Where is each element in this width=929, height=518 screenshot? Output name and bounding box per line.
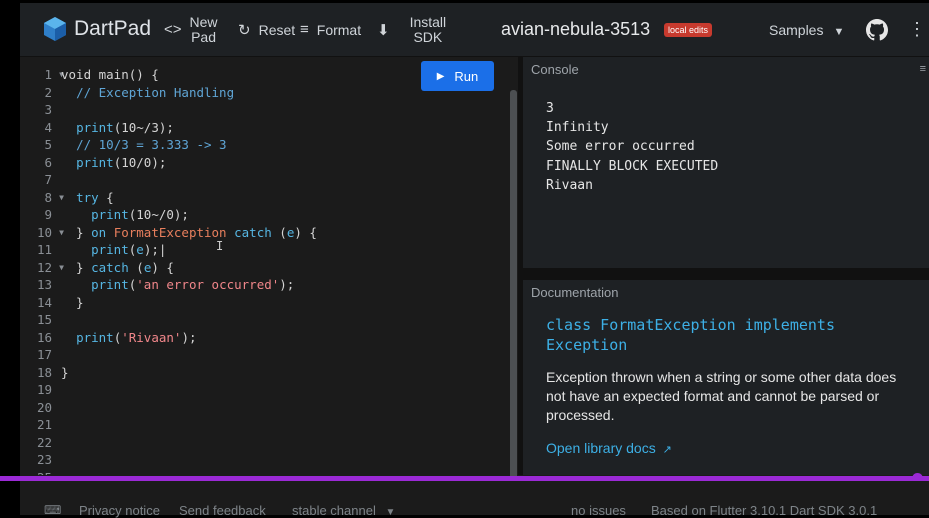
code-line: // 10/3 = 3.333 -> 3 — [76, 137, 227, 152]
line-number: 3 — [44, 102, 52, 117]
app-name: DartPad — [74, 17, 152, 40]
line-number: 20 — [36, 399, 52, 415]
run-button[interactable]: ▶ Run — [421, 61, 494, 91]
line-number: 17 — [36, 347, 52, 362]
issues-status: no issues — [571, 503, 626, 518]
chevron-down-icon: ▼ — [833, 26, 845, 38]
code-line: print('Rivaan'); — [76, 329, 197, 345]
open-library-docs-link[interactable]: Open library docs ↗ — [546, 440, 672, 456]
install-sdk-button[interactable]: ⬇ Install SDK — [377, 3, 446, 56]
line-number: 9 — [44, 207, 52, 222]
run-label: Run — [454, 68, 479, 84]
dart-logo-icon — [44, 17, 66, 41]
console-line: Some error occurred — [546, 139, 695, 155]
feedback-link[interactable]: Send feedback — [179, 503, 266, 518]
new-pad-label-2: Pad — [191, 28, 216, 45]
line-number: 16 — [36, 329, 52, 345]
code-line: print(e);| — [91, 242, 167, 257]
samples-label: Samples — [769, 22, 824, 38]
line-number: 18 — [36, 364, 52, 380]
line-number: 21 — [36, 417, 52, 432]
sdk-version: Based on Flutter 3.10.1 Dart SDK 3.0.1 — [651, 503, 878, 518]
doc-body: Exception thrown when a string or some o… — [546, 369, 897, 423]
line-number: 14 — [36, 294, 52, 310]
text-cursor-icon: I — [216, 239, 224, 253]
line-number: 12 ▼ — [36, 259, 64, 275]
format-label: Format — [316, 21, 362, 38]
code-line: print('an error occurred'); — [91, 277, 295, 292]
editor-scrollbar[interactable] — [510, 90, 517, 492]
line-number: 15 — [36, 312, 52, 327]
code-line: print(10~/3); — [76, 119, 174, 135]
format-button[interactable]: ≡ Format — [300, 3, 361, 56]
line-number: 6 — [44, 154, 52, 170]
line-number: 8 ▼ — [44, 189, 64, 205]
console-line: 3 — [546, 101, 554, 116]
format-lines-icon: ≡ — [300, 21, 309, 38]
status-footer: ⌨ Privacy notice Send feedback stable ch… — [20, 481, 929, 518]
pad-title[interactable]: avian-nebula-3513 — [501, 19, 650, 40]
channel-dropdown[interactable]: stable channel ▼ — [292, 503, 395, 518]
code-line: try { — [76, 189, 114, 205]
new-pad-label-1: New — [189, 13, 218, 30]
github-icon[interactable] — [866, 19, 888, 41]
documentation-panel: Documentation class FormatException impl… — [523, 280, 929, 475]
play-icon: ▶ — [436, 70, 445, 82]
console-line: FINALLY BLOCK EXECUTED — [546, 158, 719, 174]
line-number: 19 — [36, 382, 52, 397]
status-badge: local edits — [664, 23, 713, 37]
line-number: 7 — [44, 172, 52, 187]
line-number: 5 — [44, 137, 52, 152]
code-line: } catch (e) { — [61, 259, 174, 275]
code-editor[interactable]: 1 ▼ 2 3 4 5 6 7 8 ▼ 9 10 ▼ 11 12 ▼ 13 14 15 16 17 18 19 20 21 22 2… — [20, 57, 518, 475]
line-number: 11 — [36, 242, 52, 257]
console-menu-icon[interactable]: ≡ — [920, 63, 926, 75]
install-sdk-label-1: Install — [409, 13, 447, 30]
console-label: Console — [531, 62, 579, 77]
code-line: print(10~/0); — [91, 207, 189, 222]
code-line: } on FormatException catch (e) { — [61, 224, 317, 240]
code-lines[interactable]: void main() { // Exception Handling prin… — [61, 66, 317, 381]
console-line: Rivaan — [546, 177, 593, 193]
privacy-link[interactable]: Privacy notice — [79, 503, 160, 518]
line-number: 4 — [44, 119, 52, 135]
horizontal-splitter[interactable] — [523, 268, 929, 280]
line-number: 1 ▼ — [44, 67, 64, 82]
documentation-label: Documentation — [531, 285, 619, 300]
external-link-icon: ↗ — [662, 444, 672, 456]
code-icon: <> — [164, 21, 182, 38]
line-number: 10 ▼ — [36, 224, 64, 240]
code-line: } — [61, 364, 69, 380]
doc-link-label: Open library docs — [546, 440, 656, 456]
line-number: 25 — [20, 469, 54, 476]
download-icon: ⬇ — [377, 21, 390, 39]
chevron-down-icon: ▼ — [385, 507, 396, 518]
line-number: 13 — [36, 277, 52, 292]
samples-dropdown[interactable]: Samples ▼ — [769, 22, 844, 38]
doc-title: class FormatException implements Excepti… — [546, 316, 835, 354]
install-sdk-label-2: SDK — [413, 28, 443, 45]
app-header: DartPad <> New Pad ↻ Reset ≡ Format ⬇ In… — [20, 3, 929, 57]
code-line: void main() { — [61, 67, 159, 82]
code-line: } — [61, 294, 84, 310]
channel-label: stable channel — [292, 503, 376, 518]
reset-label: Reset — [258, 21, 296, 38]
refresh-icon: ↻ — [238, 21, 251, 39]
new-pad-button[interactable]: <> New Pad — [164, 3, 218, 56]
code-line: print(10/0); — [76, 154, 167, 170]
more-options-icon[interactable]: ⋮ — [908, 19, 926, 40]
line-gutter: 1 ▼ 2 3 4 5 6 7 8 ▼ 9 10 ▼ 11 12 ▼ 13 14 15 16 17 18 19 20 21 22 2… — [20, 66, 64, 476]
line-number: 23 — [36, 452, 52, 467]
reset-button[interactable]: ↻ Reset — [238, 3, 295, 56]
line-number: 22 — [36, 434, 52, 450]
code-line: // Exception Handling — [76, 84, 235, 100]
console-line: Infinity — [546, 120, 609, 136]
line-number: 2 — [44, 84, 52, 100]
console-output: 3 Infinity Some error occurred FINALLY BLOC… — [546, 99, 718, 195]
console-panel: Console ≡ 3 Infinity Some error occurred FI… — [523, 57, 929, 268]
